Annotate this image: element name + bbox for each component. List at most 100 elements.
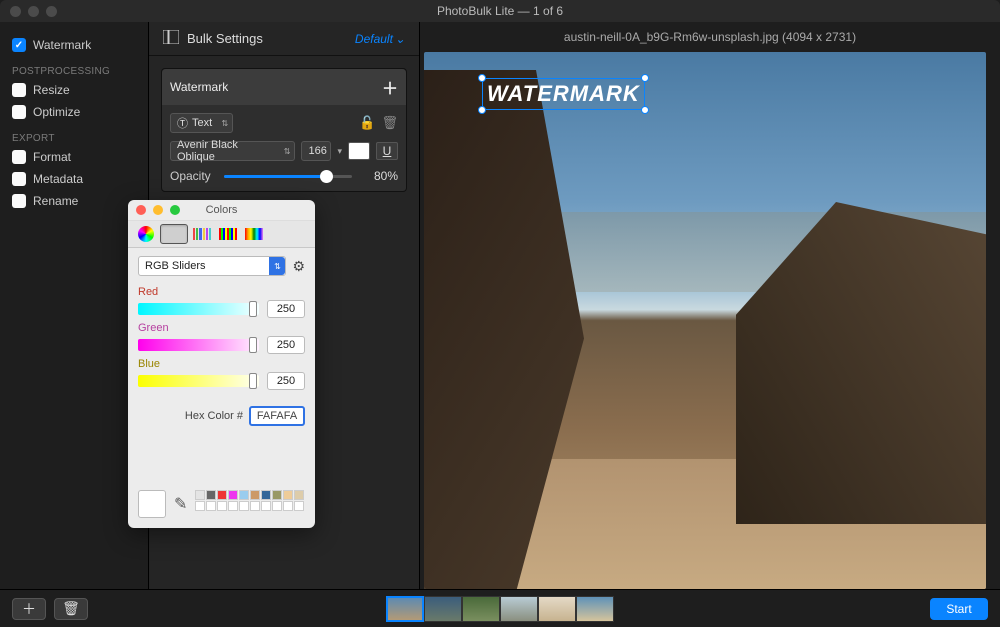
swatch-cell[interactable]	[217, 501, 227, 511]
current-color-swatch[interactable]	[138, 490, 166, 518]
slider-thumb[interactable]	[249, 337, 257, 353]
colors-titlebar[interactable]: Colors	[128, 200, 315, 220]
red-slider[interactable]	[138, 303, 259, 315]
sliders-tab[interactable]	[160, 224, 188, 244]
swatch-cell[interactable]	[283, 501, 293, 511]
sidebar-metadata-toggle[interactable]: Metadata	[12, 170, 136, 188]
green-label: Green	[138, 322, 305, 334]
thumbnail-strip	[386, 596, 614, 622]
blue-value[interactable]: 250	[267, 372, 305, 390]
swatch-grid[interactable]	[195, 490, 304, 511]
preview-canvas[interactable]: WATERMARK	[424, 52, 986, 589]
hex-row: Hex Color # FAFAFA	[128, 396, 315, 436]
preview-filename: austin-neill-0A_b9G-Rm6w-unsplash.jpg (4…	[420, 22, 1000, 52]
bulk-settings-title: Bulk Settings	[187, 31, 355, 46]
watermark-overlay-text: WATERMARK	[487, 81, 640, 106]
blue-slider[interactable]	[138, 375, 259, 387]
swatch-cell[interactable]	[239, 501, 249, 511]
resize-handle[interactable]	[478, 106, 486, 114]
thumbnail[interactable]	[386, 596, 424, 622]
color-wheel-tab[interactable]	[134, 224, 158, 244]
opacity-label: Opacity	[170, 169, 214, 183]
thumbnail[interactable]	[538, 596, 576, 622]
sidebar-rename-toggle[interactable]: Rename	[12, 192, 136, 210]
sidebar-rename-label: Rename	[33, 194, 78, 208]
thumbnail[interactable]	[424, 596, 462, 622]
font-label: Avenir Black Oblique	[177, 139, 274, 163]
swatch-cell[interactable]	[294, 501, 304, 511]
sidebar-format-label: Format	[33, 150, 71, 164]
colors-panel-title: Colors	[128, 204, 315, 216]
slider-thumb[interactable]	[249, 301, 257, 317]
green-value[interactable]: 250	[267, 336, 305, 354]
preset-dropdown[interactable]: Default ⌄	[355, 32, 405, 46]
swatch-cell[interactable]	[272, 501, 282, 511]
colors-panel[interactable]: Colors RGB Sliders ⇅ ⚙ Red 250 Green 250…	[128, 200, 315, 528]
slider-thumb[interactable]	[249, 373, 257, 389]
slider-mode-select[interactable]: RGB Sliders ⇅	[138, 256, 286, 276]
swatch-cell[interactable]	[195, 501, 205, 511]
thumbnail[interactable]	[576, 596, 614, 622]
hex-label: Hex Color #	[185, 410, 243, 422]
thumbnail[interactable]	[462, 596, 500, 622]
watermark-type-select[interactable]: Ⓣ Text ⇅	[170, 113, 233, 133]
pencils-tab[interactable]	[242, 224, 266, 244]
add-watermark-button[interactable]: ＋	[382, 75, 398, 99]
start-button[interactable]: Start	[930, 598, 988, 620]
underline-toggle[interactable]: U	[376, 142, 398, 160]
text-type-icon: Ⓣ	[177, 115, 188, 131]
sidebar-metadata-label: Metadata	[33, 172, 83, 186]
sidebar-optimize-toggle[interactable]: Optimize	[12, 103, 136, 121]
swatch-cell[interactable]	[250, 490, 260, 500]
swatch-cell[interactable]	[206, 490, 216, 500]
red-value[interactable]: 250	[267, 300, 305, 318]
font-size-stepper[interactable]: 166	[301, 141, 331, 161]
thumbnail[interactable]	[500, 596, 538, 622]
swatch-cell[interactable]	[239, 490, 249, 500]
rgb-sliders: Red 250 Green 250 Blue 250	[128, 280, 315, 396]
minimize-window-icon[interactable]	[28, 6, 39, 17]
sidebar-watermark-toggle[interactable]: ✓ Watermark	[12, 36, 136, 54]
delete-image-button[interactable]: 🗑	[54, 598, 88, 620]
swatch-cell[interactable]	[261, 501, 271, 511]
slider-thumb[interactable]	[320, 170, 333, 183]
swatch-cell[interactable]	[250, 501, 260, 511]
slider-fill	[224, 175, 326, 178]
swatch-cell[interactable]	[294, 490, 304, 500]
swatch-cell[interactable]	[228, 490, 238, 500]
lock-icon[interactable]: 🔓	[359, 115, 375, 131]
resize-handle[interactable]	[478, 74, 486, 82]
updown-caret-icon: ⇅	[284, 147, 291, 156]
swatch-cell[interactable]	[217, 490, 227, 500]
pencils-icon	[245, 228, 263, 240]
resize-handle[interactable]	[641, 74, 649, 82]
trash-icon[interactable]: 🗑	[381, 115, 398, 131]
color-swatch[interactable]	[348, 142, 370, 160]
font-select[interactable]: Avenir Black Oblique ⇅	[170, 141, 295, 161]
palettes-tab[interactable]	[190, 224, 214, 244]
spectrum-tab[interactable]	[216, 224, 240, 244]
eyedropper-icon[interactable]: ✎	[174, 494, 187, 514]
resize-handle[interactable]	[641, 106, 649, 114]
watermark-overlay[interactable]: WATERMARK	[482, 78, 645, 110]
swatch-cell[interactable]	[206, 501, 216, 511]
sidebar-resize-toggle[interactable]: Resize	[12, 81, 136, 99]
gear-icon[interactable]: ⚙	[292, 258, 305, 275]
spectrum-icon	[219, 228, 237, 240]
sidebar-watermark-label: Watermark	[33, 38, 91, 52]
close-window-icon[interactable]	[10, 6, 21, 17]
add-image-button[interactable]: ＋	[12, 598, 46, 620]
swatch-cell[interactable]	[272, 490, 282, 500]
watermark-card-header: Watermark ＋	[162, 69, 406, 105]
hex-input[interactable]: FAFAFA	[249, 406, 305, 426]
zoom-window-icon[interactable]	[46, 6, 57, 17]
chevron-down-icon[interactable]: ▾	[337, 146, 342, 157]
swatch-cell[interactable]	[228, 501, 238, 511]
green-slider[interactable]	[138, 339, 259, 351]
opacity-slider[interactable]	[224, 175, 352, 178]
swatch-cell[interactable]	[195, 490, 205, 500]
checkbox-checked-icon: ✓	[12, 38, 26, 52]
swatch-cell[interactable]	[283, 490, 293, 500]
sidebar-format-toggle[interactable]: Format	[12, 148, 136, 166]
swatch-cell[interactable]	[261, 490, 271, 500]
